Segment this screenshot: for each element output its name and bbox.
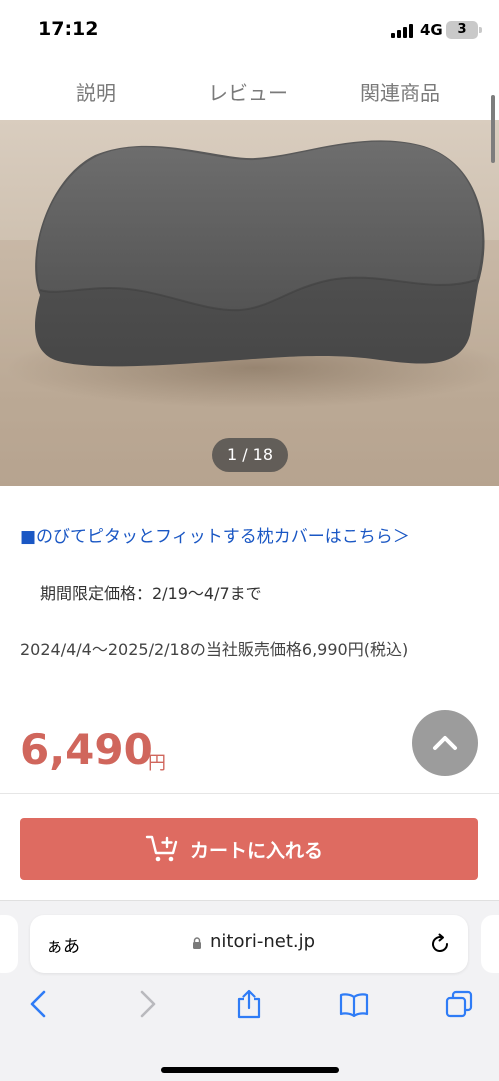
status-time: 17:12 [38,18,99,40]
home-indicator[interactable] [161,1067,339,1073]
lock-icon [193,937,201,949]
add-to-cart-button[interactable]: カートに入れる [20,818,478,880]
battery-tip [479,27,482,33]
scrollbar[interactable] [491,95,495,163]
status-bar: 17:12 4G 3 [0,0,499,60]
share-icon[interactable] [234,989,264,1019]
network-type: 4G [420,21,443,39]
add-to-cart-label: カートに入れる [190,840,324,862]
signal-icon [391,24,413,38]
divider [0,793,499,794]
previous-tab-card[interactable] [0,915,18,973]
tab-related[interactable]: 関連商品 [360,77,440,106]
chevron-up-icon [433,736,457,750]
product-image[interactable] [0,120,499,486]
tab-description[interactable]: 説明 [76,77,116,106]
tab-reviews[interactable]: レビュー [208,77,288,106]
price-currency: 円 [148,753,166,774]
cart-plus-icon [145,835,178,862]
pillow-illustration [0,140,499,486]
pillow-cover-link[interactable]: ■のびてピタッとフィットする枕カバーはこちら＞ [20,522,410,547]
tabs-icon[interactable] [444,989,474,1019]
image-counter: 1 / 18 [212,438,288,472]
reload-icon[interactable] [428,932,452,956]
bookmarks-icon[interactable] [339,989,369,1019]
browser-toolbar: ぁあ nitori-net.jp [0,900,499,1081]
reader-settings-button[interactable]: ぁあ [46,932,80,957]
battery-icon: 3 [446,21,478,39]
forward-icon[interactable] [132,989,162,1019]
previous-price-note: 2024/4/4〜2025/2/18の当社販売価格6,990円(税込) [20,640,409,659]
product-tabs: 説明 レビュー 関連商品 [0,60,499,121]
scroll-to-top-button[interactable] [412,710,478,776]
back-icon[interactable] [24,989,54,1019]
url-text[interactable]: nitori-net.jp [210,931,315,952]
limited-period-text: 期間限定価格：2/19〜4/7まで [40,584,262,603]
address-bar[interactable]: ぁあ nitori-net.jp [30,915,468,973]
next-tab-card[interactable] [481,915,499,973]
product-price: 6,490 [20,725,153,774]
